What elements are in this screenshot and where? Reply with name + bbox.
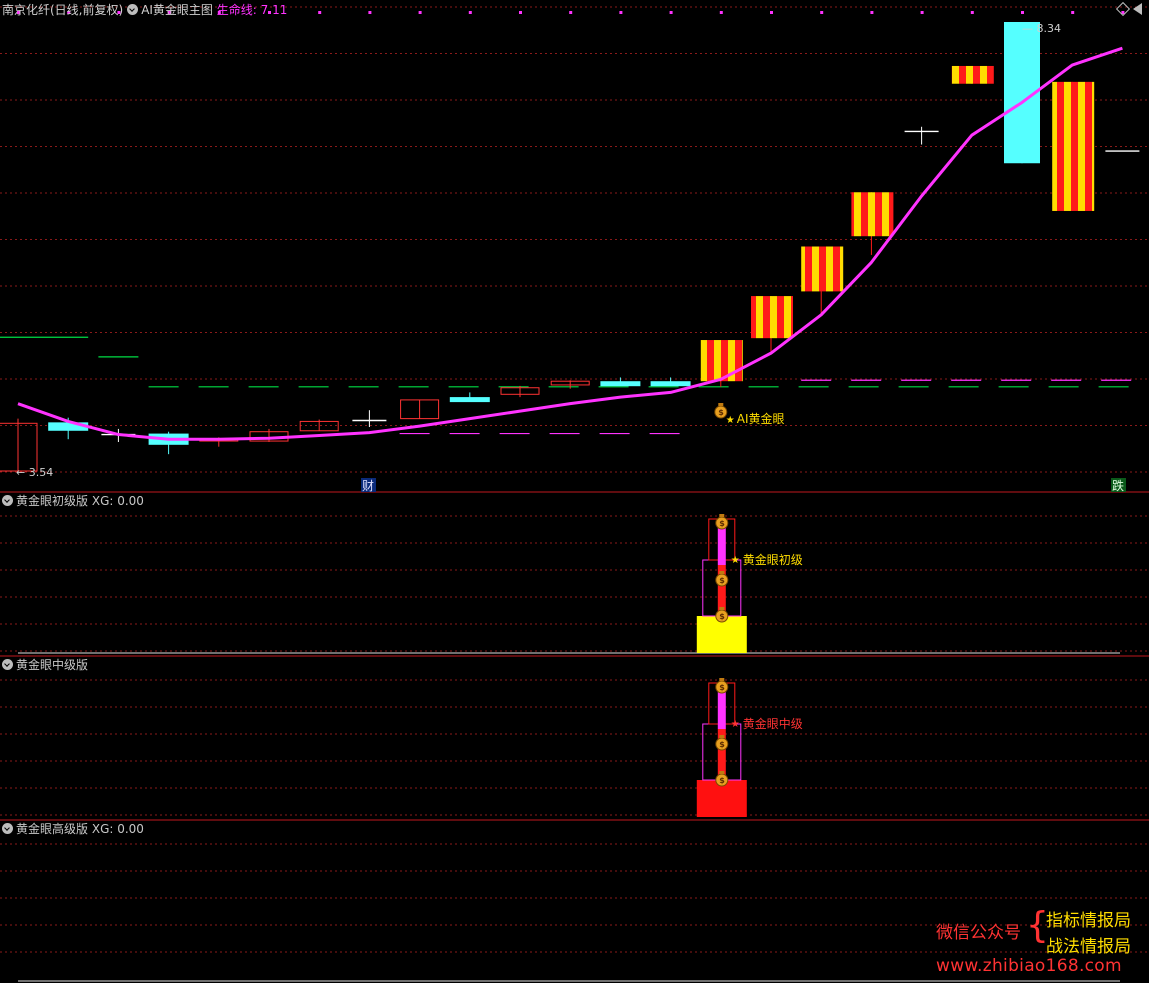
- panel3-header: 黄金眼高级版 XG: 0.00: [2, 821, 144, 837]
- top-marker-dot: [318, 11, 322, 14]
- candle-body-striped: [951, 65, 994, 84]
- top-marker-dot: [870, 11, 874, 14]
- top-marker-dot: [669, 11, 673, 14]
- panel3-title[interactable]: 黄金眼高级版: [16, 822, 88, 836]
- money-bag-icon-knot: [718, 403, 724, 406]
- top-marker-dot: [368, 11, 372, 14]
- middle-money-bag-icon-knot: [719, 678, 725, 681]
- panel1-title[interactable]: 黄金眼初级版: [16, 494, 88, 508]
- die-marker: 跌: [1112, 478, 1124, 493]
- primary-money-bag-icon-knot: [719, 607, 725, 610]
- watermark-wechat: 微信公众号: [936, 923, 1021, 943]
- cai-marker: 财: [362, 479, 374, 493]
- candle-body-striped: [801, 246, 844, 292]
- panel2-title[interactable]: 黄金眼中级版: [16, 658, 88, 672]
- high-price-label: — 8.34: [1022, 22, 1061, 35]
- candle-body-down: [600, 381, 641, 387]
- main-chart-header: 南京化纤(日线,前复权) AI黄金眼主图 生命线: 7.11: [2, 2, 287, 18]
- top-marker-dot: [770, 11, 773, 14]
- primary-money-bag-icon-symbol: $: [719, 519, 725, 528]
- indicator-name[interactable]: AI黄金眼主图: [141, 3, 213, 17]
- top-marker-dot: [519, 11, 522, 14]
- ai-eye-label: AI黄金眼: [737, 411, 785, 426]
- star-icon: ★: [726, 415, 735, 426]
- panel1-header: 黄金眼初级版 XG: 0.00: [2, 493, 144, 509]
- panel1-menu-icon[interactable]: [2, 495, 13, 506]
- top-marker-dot: [970, 11, 974, 14]
- top-marker-dot: [719, 11, 723, 14]
- middle-label: 黄金眼中级: [743, 716, 803, 731]
- middle-money-bag-icon-knot: [719, 735, 725, 738]
- watermark-url: www.zhibiao168.com: [936, 956, 1122, 976]
- middle-star-icon: ★: [731, 719, 740, 730]
- middle-money-bag-icon-symbol: $: [719, 683, 725, 692]
- collapse-arrow-icon[interactable]: [1133, 3, 1142, 15]
- lifeline-value: 生命线: 7.11: [216, 3, 288, 17]
- stock-symbol-label[interactable]: 南京化纤(日线,前复权): [2, 3, 123, 17]
- panel2-menu-icon[interactable]: [2, 659, 13, 670]
- low-price-label: ← 3.54: [16, 466, 53, 479]
- middle-bar-magenta: [717, 689, 726, 729]
- panel1-xg: XG: 0.00: [91, 494, 144, 508]
- panel3-xg: XG: 0.00: [91, 822, 144, 836]
- middle-money-bag-icon-symbol: $: [719, 740, 725, 749]
- watermark-name1: 指标情报局: [1046, 911, 1131, 931]
- candle-body-striped: [1052, 81, 1095, 211]
- top-marker-dot: [569, 11, 573, 14]
- candle-body-striped: [751, 296, 793, 339]
- candle-body-striped: [700, 340, 743, 382]
- top-marker-dot: [920, 11, 924, 14]
- candle-body-down: [449, 397, 490, 403]
- primary-money-bag-icon-symbol: $: [719, 576, 725, 585]
- watermark-name2: 战法情报局: [1046, 937, 1131, 957]
- chart-canvas[interactable]: — 8.34← 3.54财 跌$★ AI黄金眼$$$★ 黄金眼初级$$$★ 黄金眼中级: [0, 0, 1149, 983]
- candle-body-striped: [851, 192, 894, 237]
- middle-money-bag-icon-knot: [719, 771, 725, 774]
- indicator-menu-icon[interactable]: [127, 4, 139, 15]
- primary-label: 黄金眼初级: [743, 552, 803, 567]
- top-marker-dot: [418, 11, 422, 14]
- money-bag-icon-symbol: $: [718, 408, 724, 417]
- primary-money-bag-icon-symbol: $: [719, 612, 725, 621]
- top-marker-dot: [820, 11, 824, 14]
- primary-money-bag-icon-knot: [719, 571, 725, 574]
- primary-bar-magenta: [717, 525, 726, 565]
- panel2-header: 黄金眼中级版: [2, 657, 88, 673]
- top-marker-dot: [619, 11, 623, 14]
- top-marker-dot: [1021, 11, 1024, 14]
- top-marker-dot: [1071, 11, 1075, 14]
- top-marker-dot: [468, 11, 472, 14]
- primary-money-bag-icon-knot: [719, 514, 725, 517]
- candle-body-down: [650, 381, 691, 387]
- middle-money-bag-icon-symbol: $: [719, 776, 725, 785]
- panel3-menu-icon[interactable]: [2, 823, 13, 834]
- primary-star-icon: ★: [731, 555, 740, 566]
